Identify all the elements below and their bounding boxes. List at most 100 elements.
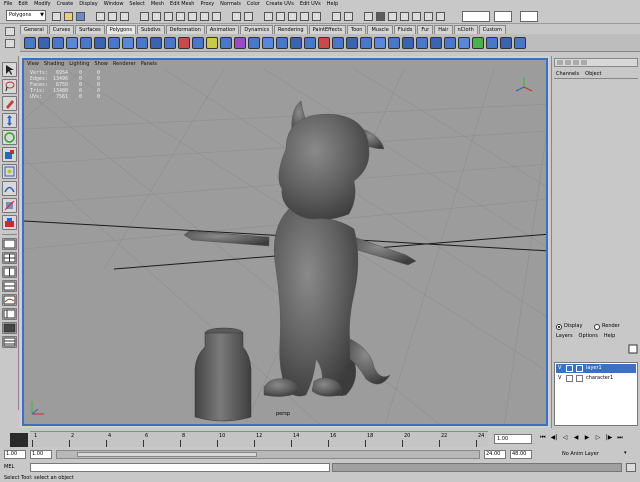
menu-create-uvs[interactable]: Create UVs	[266, 1, 294, 7]
poke-icon[interactable]	[332, 37, 344, 49]
select-rendering-icon[interactable]	[212, 12, 221, 21]
play-forward-icon[interactable]: ▶	[582, 434, 592, 444]
jar-model[interactable]	[194, 327, 252, 422]
attribute-editor-toggle-icon[interactable]	[412, 12, 421, 21]
panel-menu-show[interactable]: Show	[94, 60, 108, 69]
split-polygon-icon[interactable]	[262, 37, 274, 49]
menu-file[interactable]: File	[4, 1, 12, 7]
cylindrical-map-icon[interactable]	[444, 37, 456, 49]
last-tool-used-icon[interactable]	[2, 215, 17, 230]
menu-normals[interactable]: Normals	[220, 1, 241, 7]
chamfer-icon[interactable]	[346, 37, 358, 49]
menu-window[interactable]: Window	[104, 1, 124, 7]
attribute-editor-icon[interactable]	[565, 60, 571, 65]
range-handle[interactable]	[77, 452, 257, 457]
shelf-tab-surfaces[interactable]: Surfaces	[75, 25, 105, 34]
layer-color-swatch[interactable]	[576, 375, 583, 382]
tool-settings-toggle-icon[interactable]	[424, 12, 433, 21]
playback-start-field[interactable]: 1.00	[30, 450, 52, 459]
help-menu[interactable]: Help	[604, 332, 615, 341]
tool-settings-icon[interactable]	[573, 60, 579, 65]
new-scene-icon[interactable]	[52, 12, 61, 21]
layer-row[interactable]: V layer1	[556, 364, 636, 373]
script-editor-icon[interactable]	[626, 463, 636, 472]
open-scene-icon[interactable]	[64, 12, 73, 21]
perspective-viewport[interactable]: View Shading Lighting Show Renderer Pane…	[22, 58, 548, 426]
shelf-tab-rendering[interactable]: Rendering	[274, 25, 308, 34]
select-curves-icon[interactable]	[164, 12, 173, 21]
move-tool-icon[interactable]	[2, 113, 17, 128]
poly-pyramid-icon[interactable]	[122, 37, 134, 49]
current-time-marker[interactable]	[10, 433, 28, 447]
poly-plane-icon[interactable]	[80, 37, 92, 49]
command-input[interactable]	[30, 463, 330, 472]
shelf-tab-subdivs[interactable]: Subdivs	[137, 25, 165, 34]
panel-menu-panels[interactable]: Panels	[141, 60, 157, 69]
soften-edge-icon[interactable]	[388, 37, 400, 49]
poly-cube-icon[interactable]	[38, 37, 50, 49]
menu-select[interactable]: Select	[129, 1, 144, 7]
shelf-tab-muscle[interactable]: Muscle	[367, 25, 393, 34]
shelf-tab-custom[interactable]: Custom	[478, 25, 506, 34]
highlight-selection-icon[interactable]	[244, 12, 253, 21]
panel-menu-shading[interactable]: Shading	[44, 60, 64, 69]
bridge-icon[interactable]	[234, 37, 246, 49]
poly-cone-icon[interactable]	[66, 37, 78, 49]
object-menu[interactable]: Object	[585, 70, 601, 78]
ipr-render-icon[interactable]	[376, 12, 385, 21]
sew-uv-icon[interactable]	[514, 37, 526, 49]
menu-display[interactable]: Display	[79, 1, 97, 7]
combine-icon[interactable]	[178, 37, 190, 49]
layer-template-toggle[interactable]	[566, 375, 573, 382]
current-frame-field[interactable]: 1.00	[494, 434, 532, 444]
snap-point-icon[interactable]	[288, 12, 297, 21]
shelf-tab-fur[interactable]: Fur	[417, 25, 434, 34]
panel-menu-renderer[interactable]: Renderer	[113, 60, 136, 69]
render-current-frame-icon[interactable]	[364, 12, 373, 21]
layer-color-swatch[interactable]	[576, 365, 583, 372]
poly-cylinder-icon[interactable]	[52, 37, 64, 49]
go-to-start-icon[interactable]: ⏮	[538, 434, 548, 444]
step-back-frame-icon[interactable]: ◁	[560, 434, 570, 444]
construction-history-icon[interactable]	[344, 12, 353, 21]
shelf-tab-animation[interactable]: Animation	[205, 25, 240, 34]
layout-persp-graph-icon[interactable]	[2, 294, 17, 306]
merge-icon[interactable]	[304, 37, 316, 49]
render-settings-icon[interactable]	[388, 12, 397, 21]
layout-four-pane-icon[interactable]	[2, 252, 17, 264]
shelf-tab-polygons[interactable]: Polygons	[105, 25, 136, 34]
layer-row[interactable]: V character1	[556, 374, 636, 383]
select-dynamics-icon[interactable]	[200, 12, 209, 21]
poly-prism-icon[interactable]	[108, 37, 120, 49]
shelf-tab-ncloth[interactable]: nCloth	[453, 25, 478, 34]
layers-menu[interactable]: Layers	[556, 332, 573, 341]
shelf-tab-toon[interactable]: Toon	[346, 25, 367, 34]
select-joints-icon[interactable]	[152, 12, 161, 21]
display-radio[interactable]	[556, 324, 562, 330]
spherical-map-icon[interactable]	[458, 37, 470, 49]
shelf-tab-general[interactable]: General	[20, 25, 48, 34]
shelf-tab-deformation[interactable]: Deformation	[165, 25, 205, 34]
menu-color[interactable]: Color	[247, 1, 260, 7]
snap-grid-icon[interactable]	[264, 12, 273, 21]
layout-single-pane-icon[interactable]	[2, 238, 17, 250]
cut-uv-icon[interactable]	[500, 37, 512, 49]
shelf-tab-dynamics[interactable]: Dynamics	[240, 25, 274, 34]
input-output-icon[interactable]	[332, 12, 341, 21]
menu-proxy[interactable]: Proxy	[200, 1, 214, 7]
create-layer-icon[interactable]	[628, 344, 638, 354]
make-live-icon[interactable]	[312, 12, 321, 21]
reverse-normals-icon[interactable]	[416, 37, 428, 49]
select-tool-icon[interactable]	[2, 62, 17, 77]
shelf-tab-hair[interactable]: Hair	[434, 25, 453, 34]
layout-outliner-persp-icon[interactable]	[2, 308, 17, 320]
time-ruler[interactable]: 1 2 4 6 8 10 12 14 16 18 20 22 24	[30, 431, 488, 447]
poly-sphere-icon[interactable]	[24, 37, 36, 49]
layer-visibility-toggle[interactable]: V	[558, 374, 561, 383]
rotate-tool-icon[interactable]	[2, 130, 17, 145]
step-back-key-icon[interactable]: ◀|	[549, 434, 559, 444]
paint-select-tool-icon[interactable]	[2, 96, 17, 111]
panel-menu-view[interactable]: View	[27, 60, 39, 69]
snap-curve-icon[interactable]	[276, 12, 285, 21]
options-menu[interactable]: Options	[579, 332, 598, 341]
